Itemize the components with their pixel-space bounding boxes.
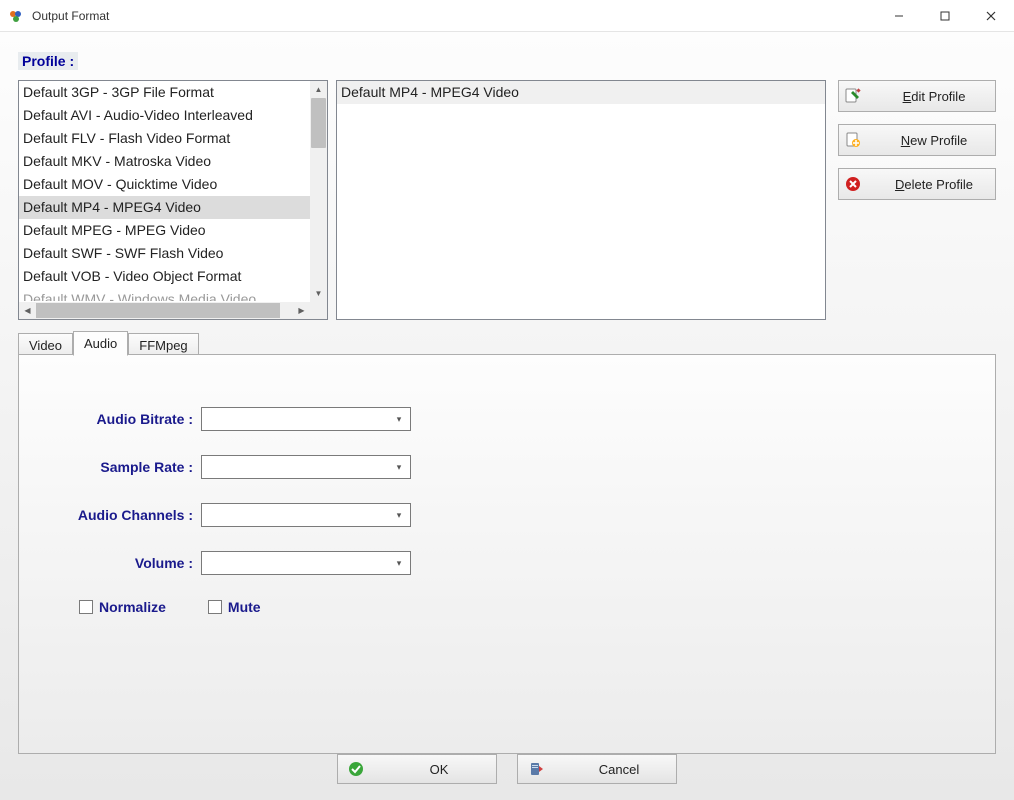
- list-item[interactable]: Default MPEG - MPEG Video: [19, 219, 310, 242]
- new-profile-button[interactable]: New Profile: [838, 124, 996, 156]
- vertical-scrollbar[interactable]: ▲ ▼: [310, 81, 327, 302]
- list-item[interactable]: Default MKV - Matroska Video: [19, 150, 310, 173]
- new-profile-label: New Profile: [879, 133, 989, 148]
- new-icon: [845, 132, 861, 148]
- list-item[interactable]: Default MP4 - MPEG4 Video: [337, 81, 825, 104]
- sample-rate-combobox[interactable]: ▾: [201, 455, 411, 479]
- minimize-button[interactable]: [876, 0, 922, 31]
- scroll-right-icon[interactable]: ▶: [293, 302, 310, 319]
- scroll-down-icon[interactable]: ▼: [310, 285, 327, 302]
- profile-label: Profile :: [18, 52, 78, 70]
- chevron-down-icon: ▾: [390, 458, 408, 476]
- profile-detail-listbox[interactable]: Default MP4 - MPEG4 Video: [336, 80, 826, 320]
- audio-bitrate-combobox[interactable]: ▾: [201, 407, 411, 431]
- list-item[interactable]: Default WMV - Windows Media Video: [19, 288, 310, 301]
- ok-icon: [348, 761, 364, 777]
- dialog-buttons: OK Cancel: [0, 754, 1014, 788]
- chevron-down-icon: ▾: [390, 506, 408, 524]
- scroll-thumb[interactable]: [311, 98, 326, 148]
- maximize-button[interactable]: [922, 0, 968, 31]
- cancel-label: Cancel: [572, 762, 666, 777]
- normalize-label: Normalize: [99, 599, 166, 615]
- list-item[interactable]: Default FLV - Flash Video Format: [19, 127, 310, 150]
- delete-icon: [845, 176, 861, 192]
- scroll-left-icon[interactable]: ◀: [19, 302, 36, 319]
- volume-combobox[interactable]: ▾: [201, 551, 411, 575]
- volume-label: Volume :: [57, 555, 197, 571]
- list-item[interactable]: Default AVI - Audio-Video Interleaved: [19, 104, 310, 127]
- list-item[interactable]: Default MOV - Quicktime Video: [19, 173, 310, 196]
- tab-bar: Video Audio FFMpeg: [18, 330, 199, 355]
- delete-profile-button[interactable]: Delete Profile: [838, 168, 996, 200]
- mute-label: Mute: [228, 599, 261, 615]
- window-title: Output Format: [32, 9, 876, 23]
- audio-bitrate-label: Audio Bitrate :: [57, 411, 197, 427]
- ok-button[interactable]: OK: [337, 754, 497, 784]
- app-icon: [8, 8, 24, 24]
- normalize-checkbox[interactable]: [79, 600, 93, 614]
- scroll-thumb[interactable]: [36, 303, 280, 318]
- tab-ffmpeg[interactable]: FFMpeg: [128, 333, 198, 356]
- audio-channels-combobox[interactable]: ▾: [201, 503, 411, 527]
- profile-actions: Edit Profile New Profile Delete Profile: [838, 80, 996, 212]
- edit-profile-button[interactable]: Edit Profile: [838, 80, 996, 112]
- list-item[interactable]: Default SWF - SWF Flash Video: [19, 242, 310, 265]
- mute-checkbox[interactable]: [208, 600, 222, 614]
- list-item[interactable]: Default MP4 - MPEG4 Video: [19, 196, 310, 219]
- horizontal-scrollbar[interactable]: ◀ ▶: [19, 302, 310, 319]
- edit-profile-label: Edit Profile: [879, 89, 989, 104]
- audio-tab-panel: Audio Bitrate : ▾ Sample Rate : ▾ Audio …: [18, 354, 996, 754]
- cancel-icon: [528, 761, 544, 777]
- audio-channels-label: Audio Channels :: [57, 507, 197, 523]
- cancel-button[interactable]: Cancel: [517, 754, 677, 784]
- chevron-down-icon: ▾: [390, 554, 408, 572]
- chevron-down-icon: ▾: [390, 410, 408, 428]
- profile-listbox[interactable]: Default 3GP - 3GP File Format Default AV…: [18, 80, 328, 320]
- list-item[interactable]: Default 3GP - 3GP File Format: [19, 81, 310, 104]
- titlebar: Output Format: [0, 0, 1014, 32]
- client-area: Profile : Default 3GP - 3GP File Format …: [0, 32, 1014, 800]
- close-button[interactable]: [968, 0, 1014, 31]
- tab-video[interactable]: Video: [18, 333, 73, 356]
- scroll-up-icon[interactable]: ▲: [310, 81, 327, 98]
- ok-label: OK: [392, 762, 486, 777]
- scroll-corner: [310, 302, 327, 319]
- window-controls: [876, 0, 1014, 31]
- sample-rate-label: Sample Rate :: [57, 459, 197, 475]
- tab-audio[interactable]: Audio: [73, 331, 128, 356]
- edit-icon: [845, 88, 861, 104]
- delete-profile-label: Delete Profile: [879, 177, 989, 192]
- list-item[interactable]: Default VOB - Video Object Format: [19, 265, 310, 288]
